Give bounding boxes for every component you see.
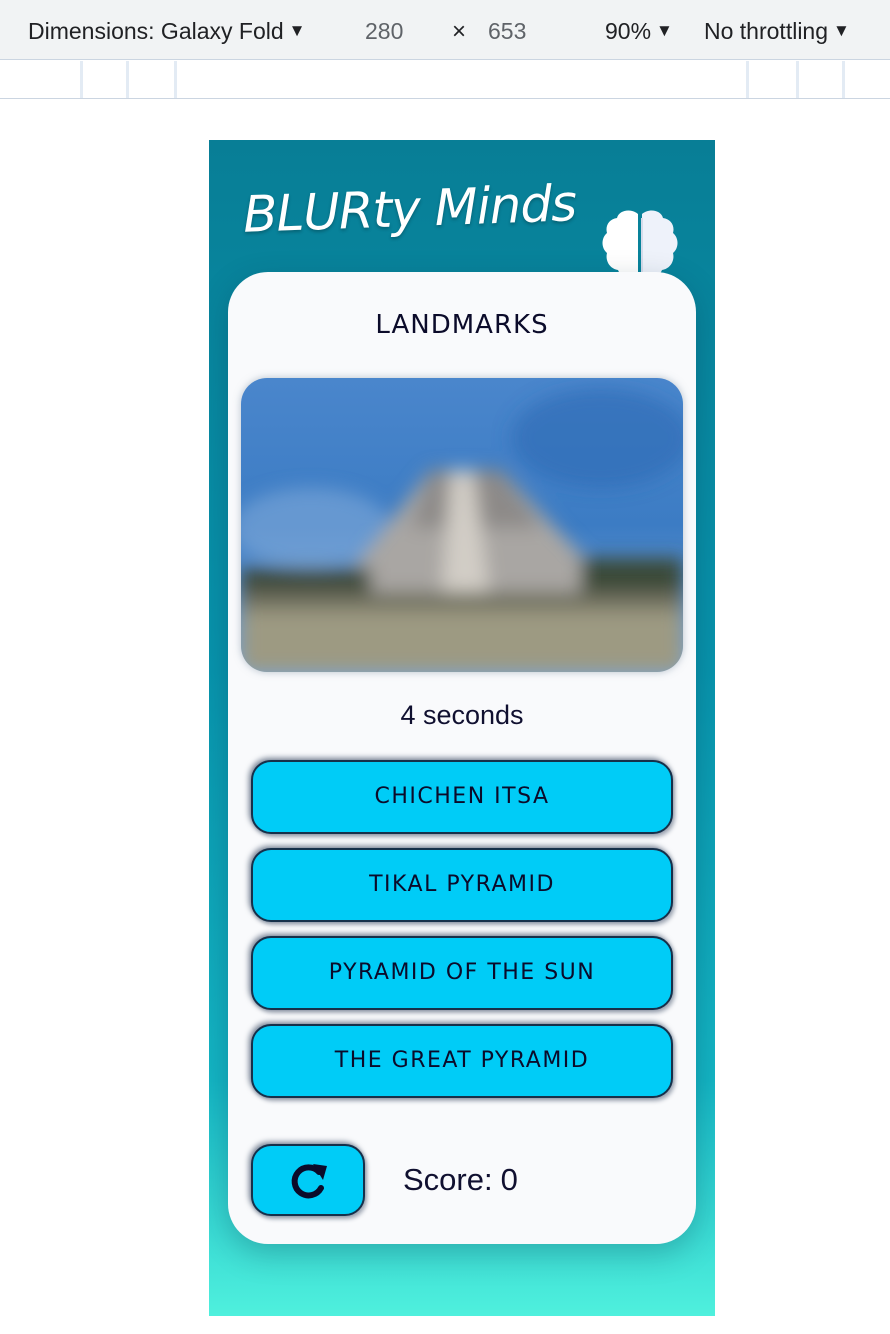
app-header: BLURty Minds xyxy=(209,174,715,278)
dropdown-triangle-icon: ▼ xyxy=(833,21,850,40)
quiz-card: LANDMARKS 4 seconds CHICHEN ITSA TIKAL P… xyxy=(228,272,696,1244)
answer-button-1[interactable]: CHICHEN ITSA xyxy=(251,760,673,834)
app-title: BLURty Minds xyxy=(242,174,578,244)
throttling-value: No throttling xyxy=(704,18,829,44)
answer-button-2[interactable]: TIKAL PYRAMID xyxy=(251,848,673,922)
ruler-segment xyxy=(796,61,799,98)
width-input[interactable]: 280 xyxy=(365,18,403,45)
category-title: LANDMARKS xyxy=(375,310,549,340)
height-input[interactable]: 653 xyxy=(488,18,526,45)
ruler-segment xyxy=(174,61,177,98)
brain-icon xyxy=(602,210,678,278)
dimensions-label: Dimensions: Galaxy Fold xyxy=(28,18,284,44)
ruler-segment xyxy=(126,61,129,98)
device-toolbar: Dimensions: Galaxy Fold ▼ 280 × 653 90% ▼ … xyxy=(0,0,890,60)
score-value: 0 xyxy=(500,1162,518,1197)
dimension-times-label: × xyxy=(452,18,467,45)
ruler-segment xyxy=(746,61,749,98)
restart-button[interactable] xyxy=(251,1144,365,1216)
device-viewport: BLURty Minds LANDMARKS 4 seconds CHICHEN… xyxy=(209,140,715,1316)
answer-button-4[interactable]: THE GREAT PYRAMID xyxy=(251,1024,673,1098)
ruler-segment xyxy=(80,61,83,98)
answer-button-3[interactable]: PYRAMID OF THE SUN xyxy=(251,936,673,1010)
media-query-ruler[interactable] xyxy=(0,61,890,99)
dimensions-select[interactable]: Dimensions: Galaxy Fold ▼ xyxy=(28,18,305,45)
zoom-value: 90% xyxy=(605,18,652,44)
ruler-segment xyxy=(842,61,845,98)
score-display: Score: 0 xyxy=(403,1162,518,1198)
throttling-select[interactable]: No throttling ▼ xyxy=(704,18,850,45)
dropdown-triangle-icon: ▼ xyxy=(656,21,673,40)
blurred-landmark-photo xyxy=(241,378,683,672)
pyramid-image xyxy=(241,378,683,672)
countdown-timer: 4 seconds xyxy=(400,700,524,730)
answer-list: CHICHEN ITSA TIKAL PYRAMID PYRAMID OF TH… xyxy=(251,760,673,1112)
score-label: Score: xyxy=(403,1162,493,1197)
zoom-select[interactable]: 90% ▼ xyxy=(605,18,673,45)
dropdown-triangle-icon: ▼ xyxy=(288,21,306,40)
restart-icon xyxy=(291,1164,327,1199)
